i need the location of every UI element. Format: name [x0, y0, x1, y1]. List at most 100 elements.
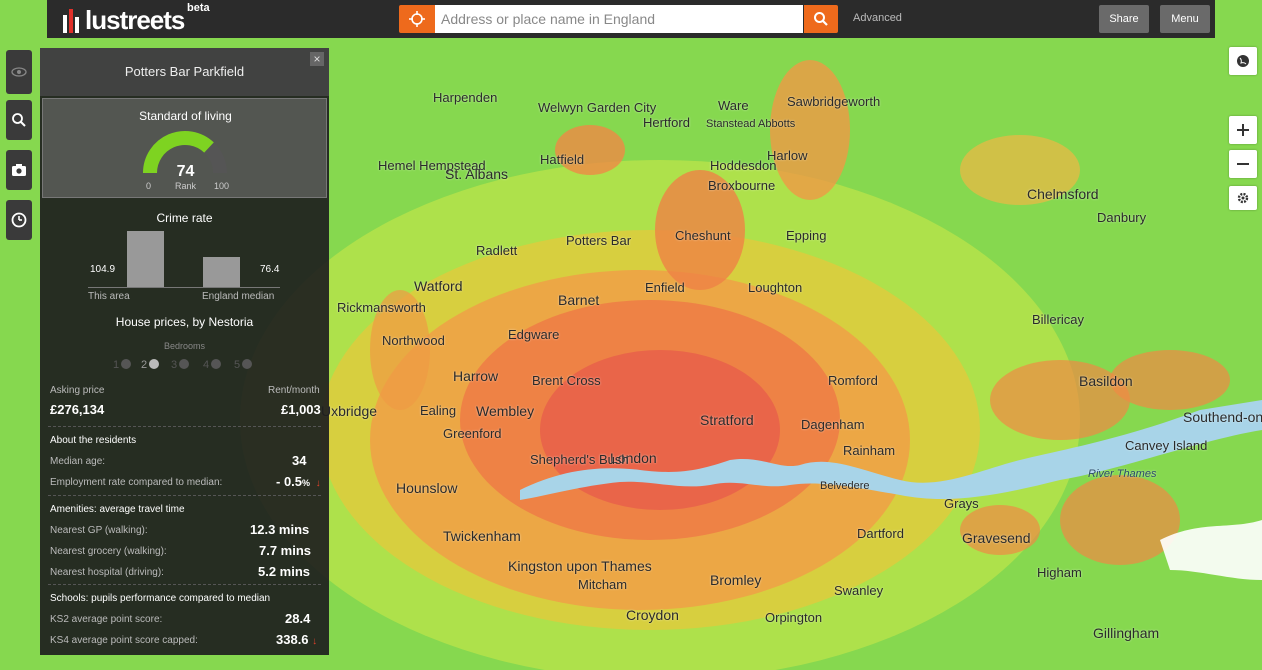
minus-icon — [1237, 163, 1249, 165]
map-label: Shepherd's Bush — [530, 452, 629, 467]
map-label: Mitcham — [578, 577, 628, 592]
crime-rate-title: Crime rate — [156, 211, 213, 225]
map-label: Stanstead Abbotts — [706, 118, 796, 130]
map-label: Radlett — [476, 243, 518, 258]
map-label: Epping — [786, 228, 827, 243]
screenshot-button[interactable] — [6, 150, 32, 190]
ks2-value: 28.4 — [285, 611, 311, 626]
house-prices-title: House prices, by Nestoria — [115, 315, 254, 329]
search-button[interactable] — [804, 5, 838, 33]
map-label: Harrow — [453, 368, 499, 384]
map-label: Watford — [414, 278, 463, 294]
map-label: Uxbridge — [321, 403, 378, 419]
standard-of-living-box: Standard of living 74 Rank 0 100 — [42, 98, 327, 198]
map-label: River Thames — [1088, 468, 1157, 480]
divider — [48, 584, 321, 585]
share-button[interactable]: Share — [1099, 5, 1149, 33]
map-label: Orpington — [765, 610, 823, 625]
search-input[interactable] — [435, 5, 803, 33]
history-button[interactable] — [6, 200, 32, 240]
crime-this-area-label: This area — [88, 291, 130, 302]
map-label: Edgware — [508, 327, 560, 342]
logo-icon[interactable] — [61, 3, 83, 35]
rank-label: Rank — [174, 181, 196, 191]
crime-median-value: 76.4 — [260, 264, 280, 275]
map-label: Bromley — [710, 572, 762, 588]
gear-icon — [1237, 192, 1249, 204]
schools-title: Schools: pupils performance compared to … — [50, 593, 271, 604]
map-label: Grays — [944, 496, 979, 511]
gp-value: 12.3 mins — [250, 522, 310, 537]
camera-icon — [12, 164, 26, 176]
gauge-max-label: 100 — [214, 181, 230, 191]
grocery-label: Nearest grocery (walking): — [50, 546, 167, 557]
bedroom-option[interactable]: 1 — [113, 359, 132, 371]
gauge-min-label: 0 — [146, 181, 152, 191]
map-label: Basildon — [1079, 373, 1133, 389]
map-label: Hertford — [643, 115, 690, 130]
map-label: Southend-on-Sea — [1183, 409, 1262, 425]
logo-text[interactable]: lustreets — [85, 5, 185, 36]
bedroom-option[interactable]: 4 — [203, 359, 222, 371]
map-label: Wembley — [476, 403, 535, 419]
advanced-search-link[interactable]: Advanced — [853, 12, 902, 24]
panel-title: Potters Bar Parkfield — [124, 64, 245, 79]
clock-icon — [11, 212, 27, 228]
search-icon — [814, 12, 828, 26]
layers-button[interactable] — [1229, 47, 1257, 75]
amenities-title: Amenities: average travel time — [50, 504, 185, 515]
map-label: Canvey Island — [1125, 438, 1208, 453]
map-label: Danbury — [1097, 210, 1147, 225]
map-label: Northwood — [382, 333, 445, 348]
bedrooms-label: Bedrooms — [163, 341, 206, 351]
hide-panel-button[interactable] — [6, 50, 32, 94]
bedroom-option-selected[interactable]: 2 — [141, 359, 160, 371]
ks4-number: 338.6 — [276, 632, 309, 647]
map-label: Croydon — [626, 607, 679, 623]
map-label: Barnet — [558, 292, 600, 308]
eye-icon — [11, 67, 27, 77]
map-label: Loughton — [748, 280, 803, 295]
map-label: Dartford — [857, 526, 904, 541]
map-label: Chelmsford — [1027, 186, 1099, 202]
crosshair-icon — [409, 11, 425, 27]
locate-button[interactable] — [399, 5, 435, 33]
divider — [48, 495, 321, 496]
crime-median-label: England median — [202, 291, 275, 302]
menu-button[interactable]: Menu — [1160, 5, 1210, 33]
bedroom-option[interactable]: 5 — [234, 359, 253, 371]
settings-button[interactable] — [1229, 186, 1257, 210]
grocery-value: 7.7 mins — [259, 543, 312, 558]
map-label: Romford — [828, 373, 878, 388]
map-label: Welwyn Garden City — [538, 100, 657, 115]
map-label: Sawbridgeworth — [787, 94, 881, 109]
employment-number: - 0.5 — [276, 474, 303, 489]
map-label: Swanley — [834, 583, 884, 598]
area-info-panel: Potters Bar Parkfield × Standard of livi… — [40, 48, 329, 655]
map-label: Cheshunt — [675, 228, 731, 243]
map-label: Harpenden — [433, 90, 498, 105]
map-label: Ealing — [420, 403, 457, 418]
map-label: Stratford — [700, 412, 754, 428]
crime-axis — [88, 287, 280, 288]
zoom-out-button[interactable] — [1229, 150, 1257, 178]
map-label: Higham — [1037, 565, 1082, 580]
map-label: Kingston upon Thames — [508, 558, 652, 574]
close-icon[interactable]: × — [310, 52, 324, 66]
zoom-in-button[interactable] — [1229, 116, 1257, 144]
rent-label: Rent/month — [268, 385, 320, 396]
map-label: Hounslow — [396, 480, 458, 496]
asking-price-label: Asking price — [50, 385, 105, 396]
arrow-down-icon: ↓ — [312, 636, 318, 647]
crime-bar-median — [203, 257, 240, 287]
asking-price-value: £276,134 — [50, 402, 105, 417]
map-label: Dagenham — [801, 417, 865, 432]
median-age-value: 34 — [292, 453, 307, 468]
rent-value: £1,003 — [281, 402, 321, 417]
employment-unit: % — [302, 478, 311, 488]
map-label: Belvedere — [820, 480, 870, 492]
bedroom-option[interactable]: 3 — [171, 359, 190, 371]
map-label: Potters Bar — [566, 233, 632, 248]
standard-of-living-rank: 74 — [176, 163, 195, 180]
zoom-to-area-button[interactable] — [6, 100, 32, 140]
